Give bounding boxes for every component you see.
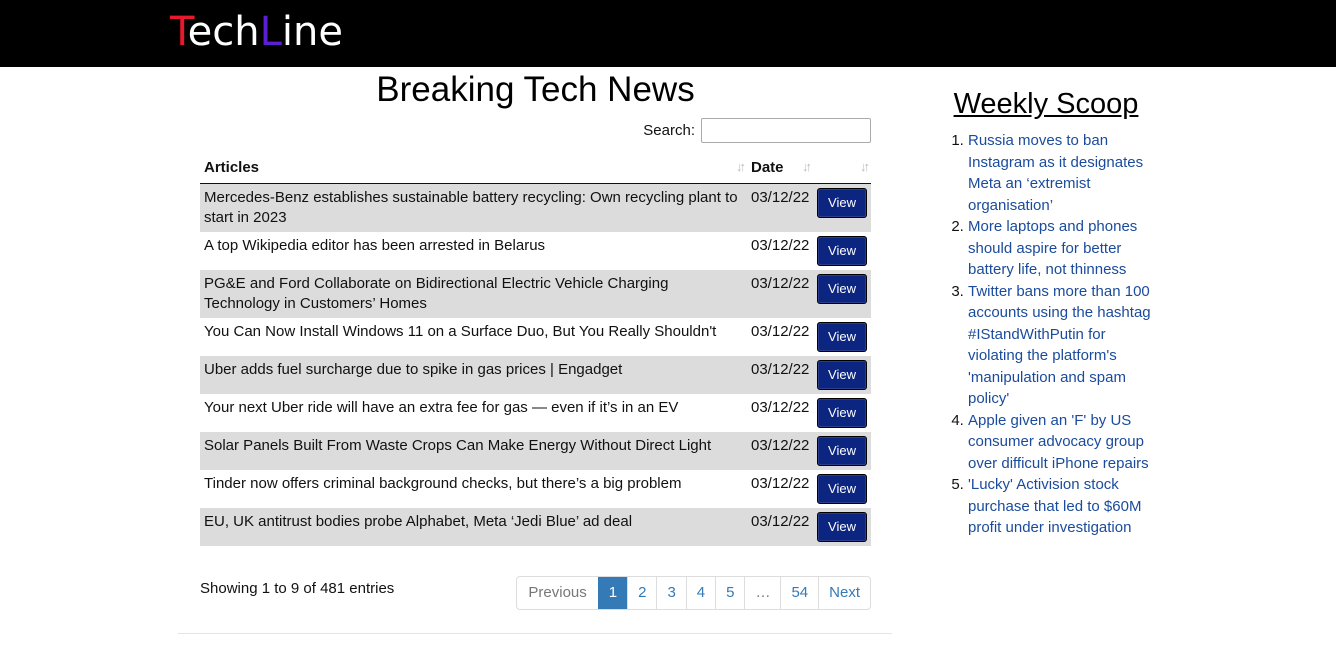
- table-row: PG&E and Ford Collaborate on Bidirection…: [200, 270, 871, 318]
- scoop-link[interactable]: Twitter bans more than 100 accounts usin…: [968, 283, 1151, 408]
- table-info: Showing 1 to 9 of 481 entries: [200, 580, 395, 597]
- scoop-list: Russia moves to ban Instagram as it desi…: [948, 130, 1163, 539]
- page-2-button[interactable]: 2: [627, 577, 656, 609]
- sort-arrows-icon: ↓↑: [736, 159, 746, 174]
- article-date: 03/12/22: [747, 432, 813, 470]
- scoop-item: 'Lucky' Activision stock purchase that l…: [968, 474, 1163, 539]
- article-action-cell: View: [813, 270, 871, 318]
- table-header-row: Articles ↓↑ Date ↓↑ ↓↑: [200, 151, 871, 184]
- article-date: 03/12/22: [747, 183, 813, 232]
- column-header-date[interactable]: Date ↓↑: [747, 151, 813, 184]
- view-button[interactable]: View: [817, 360, 867, 390]
- article-action-cell: View: [813, 470, 871, 508]
- article-title: Tinder now offers criminal background ch…: [200, 470, 747, 508]
- page-54-button[interactable]: 54: [780, 577, 818, 609]
- articles-table: Articles ↓↑ Date ↓↑ ↓↑ Mercedes-Benz estab…: [200, 151, 871, 546]
- table-row: Uber adds fuel surcharge due to spike in…: [200, 356, 871, 394]
- search-input[interactable]: [701, 118, 871, 143]
- scoop-link[interactable]: 'Lucky' Activision stock purchase that l…: [968, 476, 1141, 536]
- scoop-item: Twitter bans more than 100 accounts usin…: [968, 281, 1163, 410]
- article-action-cell: View: [813, 394, 871, 432]
- techline-logo[interactable]: TechLine: [170, 8, 343, 56]
- table-row: A top Wikipedia editor has been arrested…: [200, 232, 871, 270]
- article-action-cell: View: [813, 356, 871, 394]
- view-button[interactable]: View: [817, 188, 867, 218]
- divider: [178, 633, 892, 634]
- pagination: Previous 1 2 3 4 5… 54 Next: [516, 576, 871, 610]
- weekly-scoop-sidebar: Weekly Scoop Russia moves to ban Instagr…: [948, 86, 1163, 539]
- view-button[interactable]: View: [817, 398, 867, 428]
- article-date: 03/12/22: [747, 232, 813, 270]
- article-date: 03/12/22: [747, 394, 813, 432]
- view-button[interactable]: View: [817, 236, 867, 266]
- sort-arrows-icon: ↓↑: [860, 159, 870, 174]
- scoop-link[interactable]: Russia moves to ban Instagram as it desi…: [968, 132, 1143, 214]
- table-row: Your next Uber ride will have an extra f…: [200, 394, 871, 432]
- column-header-articles[interactable]: Articles ↓↑: [200, 151, 747, 184]
- table-row: EU, UK antitrust bodies probe Alphabet, …: [200, 508, 871, 546]
- view-button[interactable]: View: [817, 512, 867, 542]
- article-action-cell: View: [813, 183, 871, 232]
- article-title: You Can Now Install Windows 11 on a Surf…: [200, 318, 747, 356]
- pagination-ellipsis: …: [744, 577, 780, 609]
- search-box: Search:: [643, 117, 871, 144]
- table-row: Tinder now offers criminal background ch…: [200, 470, 871, 508]
- view-button[interactable]: View: [817, 274, 867, 304]
- logo-text-ine: ine: [281, 9, 343, 55]
- sort-arrows-icon: ↓↑: [802, 159, 812, 174]
- article-title: EU, UK antitrust bodies probe Alphabet, …: [200, 508, 747, 546]
- page-title: Breaking Tech News: [376, 70, 695, 109]
- logo-letter-l: L: [259, 9, 282, 55]
- scoop-link[interactable]: More laptops and phones should aspire fo…: [968, 218, 1137, 278]
- view-button[interactable]: View: [817, 474, 867, 504]
- page-4-button[interactable]: 4: [685, 577, 715, 609]
- article-date: 03/12/22: [747, 270, 813, 318]
- article-action-cell: View: [813, 232, 871, 270]
- article-date: 03/12/22: [747, 470, 813, 508]
- scoop-link[interactable]: Apple given an 'F' by US consumer advoca…: [968, 412, 1149, 472]
- article-action-cell: View: [813, 432, 871, 470]
- article-title: Mercedes-Benz establishes sustainable ba…: [200, 183, 747, 232]
- article-date: 03/12/22: [747, 508, 813, 546]
- column-header-action[interactable]: ↓↑: [813, 151, 871, 184]
- article-title: Solar Panels Built From Waste Crops Can …: [200, 432, 747, 470]
- view-button[interactable]: View: [817, 322, 867, 352]
- search-label: Search:: [643, 122, 695, 139]
- scoop-item: More laptops and phones should aspire fo…: [968, 216, 1163, 281]
- logo-letter-t: T: [170, 9, 188, 55]
- scoop-item: Russia moves to ban Instagram as it desi…: [968, 130, 1163, 216]
- article-title: A top Wikipedia editor has been arrested…: [200, 232, 747, 270]
- article-date: 03/12/22: [747, 356, 813, 394]
- next-page-button[interactable]: Next: [818, 577, 870, 609]
- top-navbar: TechLine: [0, 0, 1336, 67]
- article-title: Your next Uber ride will have an extra f…: [200, 394, 747, 432]
- sidebar-title: Weekly Scoop: [953, 88, 1139, 120]
- article-date: 03/12/22: [747, 318, 813, 356]
- scoop-item: Apple given an 'F' by US consumer advoca…: [968, 410, 1163, 475]
- article-title: Uber adds fuel surcharge due to spike in…: [200, 356, 747, 394]
- previous-page-button[interactable]: Previous: [517, 577, 597, 609]
- logo-text-ech: ech: [187, 9, 260, 55]
- page-5-button[interactable]: 5: [715, 577, 744, 609]
- article-title: PG&E and Ford Collaborate on Bidirection…: [200, 270, 747, 318]
- view-button[interactable]: View: [817, 436, 867, 466]
- article-action-cell: View: [813, 318, 871, 356]
- table-row: You Can Now Install Windows 11 on a Surf…: [200, 318, 871, 356]
- table-row: Solar Panels Built From Waste Crops Can …: [200, 432, 871, 470]
- page-3-button[interactable]: 3: [656, 577, 685, 609]
- page-1-button[interactable]: 1: [597, 577, 628, 609]
- table-row: Mercedes-Benz establishes sustainable ba…: [200, 183, 871, 232]
- article-action-cell: View: [813, 508, 871, 546]
